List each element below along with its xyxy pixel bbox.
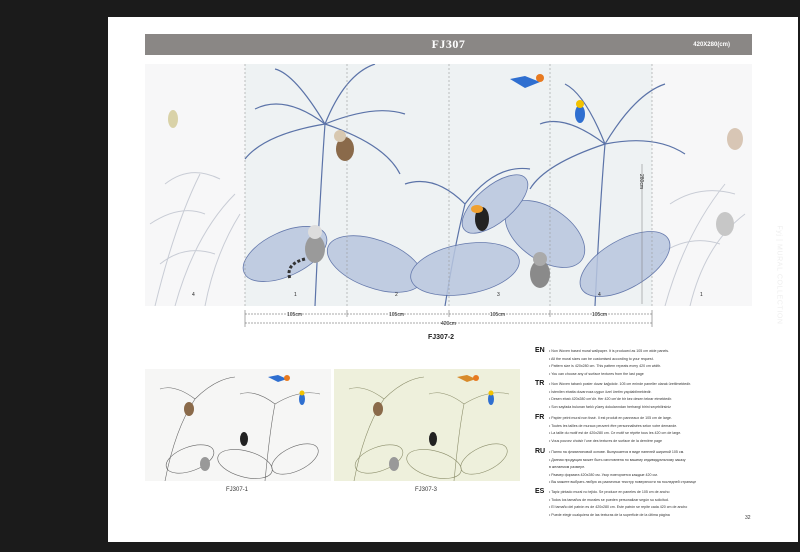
description-line: • Puede elegir cualquiera de las textura… — [549, 512, 670, 517]
panel-number-marker: 1 — [700, 292, 703, 298]
panel-number-marker: 3 — [497, 292, 500, 298]
description-line: • You can choose any of surface textures… — [549, 371, 644, 376]
height-dimension-label: 280cm — [638, 174, 644, 190]
page-number: 32 — [745, 515, 751, 521]
description-line: • Non Woven tabanlı poster duvar kağıdıd… — [549, 382, 692, 386]
description-line: • Данная продукция может быть изготовлен… — [549, 457, 686, 462]
description-line: • Toutes les tailles de muraux peuvent ê… — [549, 423, 678, 428]
description-line: в желаемом размере. — [549, 465, 586, 470]
mural-preview-image: 4 1 2 3 4 1 280cm — [145, 64, 752, 306]
description-line: • Вы можете выбрать любую из различных т… — [549, 480, 697, 485]
panel-number-marker: 2 — [395, 292, 398, 298]
description-line: • Размер формата 420х280 см. Узор повтор… — [549, 472, 658, 477]
panel-number-marker: 1 — [294, 292, 297, 298]
panel-width-label: 105cm — [389, 312, 405, 318]
dimension-lines: 105cm 105cm 105cm 105cm 420cm — [145, 308, 752, 332]
panel-width-label: 105cm — [592, 312, 608, 318]
description-line: • Pattern size is 420x280 cm. This patte… — [549, 364, 662, 369]
variant-thumbnail-2 — [334, 369, 520, 481]
description-line: • Vous pouvez choisir l'une des textures… — [549, 438, 663, 443]
language-code: RU — [535, 448, 546, 455]
total-width-label: 420cm — [441, 321, 457, 327]
description-line: • İstenilen ebatta duvarınıza uygun özel… — [549, 389, 652, 394]
language-code: TR — [535, 380, 545, 387]
language-code: FR — [535, 414, 545, 421]
brand-text: Fyj | MURAL COLLECTION — [775, 225, 783, 325]
variant-thumbnail-illustration — [159, 375, 321, 481]
variant-thumbnail-1 — [145, 369, 331, 481]
mural-variant-code: FJ307-2 — [428, 334, 455, 341]
description-line: • Tapiz pintado mural no tejido. Se prod… — [549, 490, 670, 494]
panel-width-label: 105cm — [490, 312, 506, 318]
description-line: • Desen ebatı 420x280 cm'dir. Her 420 cm… — [549, 397, 673, 402]
side-brand-label: Fyj | MURAL COLLECTION — [773, 225, 785, 324]
product-header-bar: FJ307 420X280(cm) — [145, 34, 752, 55]
panel-number-marker: 4 — [598, 292, 601, 298]
dimension-arrows — [244, 310, 653, 327]
variant-thumbnail-label: FJ307-1 — [226, 487, 249, 493]
panel-width-label: 105cm — [287, 312, 303, 318]
panel-number-marker: 4 — [192, 292, 195, 298]
description-line: • La taille du motif est de 420x280 cm. … — [549, 431, 682, 436]
language-code: EN — [535, 347, 545, 354]
description-line: • Son sayfada bulunan farklı yüzey dokul… — [549, 404, 671, 409]
product-size-label: 420X280(cm) — [693, 42, 730, 48]
description-line: • Панно на флизелиновой основе. Выпускае… — [549, 450, 685, 454]
language-code: ES — [535, 488, 545, 495]
mural-illustration — [145, 64, 752, 306]
description-line: • El tamaño del patrón es de 420x280 cm.… — [549, 505, 688, 510]
description-line: • Todos los tamaños de murales se pueden… — [549, 497, 669, 502]
description-line: • Non Woven based mural wallpaper. It is… — [549, 349, 670, 353]
product-code-title: FJ307 — [431, 37, 466, 51]
variant-thumbnail-illustration — [348, 375, 510, 481]
description-line: • All the mural sizes can be customised … — [549, 356, 654, 361]
variant-thumbnail-label: FJ307-3 — [415, 487, 438, 493]
description-line: • Papier peint mural non tissé. Il est p… — [549, 416, 672, 420]
